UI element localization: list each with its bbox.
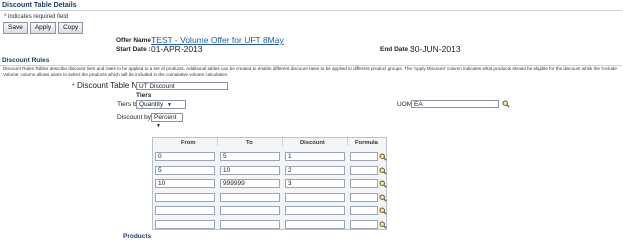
section-header-discount-rules: Discount Rules xyxy=(0,57,622,66)
from-cell[interactable] xyxy=(155,192,215,202)
formula-cell[interactable] xyxy=(350,179,378,188)
discount-cell[interactable]: 3 xyxy=(285,179,345,188)
uom-label: UOM xyxy=(397,101,413,108)
tiers-by-value: Quantity xyxy=(139,101,164,108)
to-cell[interactable]: 10 xyxy=(220,165,280,175)
column-header-formula: Formula xyxy=(355,140,378,146)
discount-cell[interactable] xyxy=(285,206,345,215)
tiers-by-select[interactable]: Quantity ▼ xyxy=(136,100,186,109)
column-header-from: From xyxy=(181,140,196,146)
section-header-discount-table-details: Discount Table Details xyxy=(0,1,622,11)
end-date-value: 30-JUN-2013 xyxy=(410,44,461,54)
discount-table-name-input[interactable]: UT Discount xyxy=(136,82,228,90)
to-cell[interactable]: 999999 xyxy=(220,179,280,188)
from-cell[interactable]: 0 xyxy=(155,152,215,161)
save-button[interactable]: Save xyxy=(3,22,28,34)
start-date-label: Start Date : xyxy=(116,46,151,53)
from-cell[interactable]: 10 xyxy=(155,179,215,188)
magnifier-icon[interactable] xyxy=(379,166,387,175)
required-star: * xyxy=(4,14,7,20)
from-cell[interactable]: 5 xyxy=(155,165,215,175)
required-field-note: * indicates required field xyxy=(4,14,68,20)
offer-name-label: Offer Name : xyxy=(116,37,156,44)
required-star: * xyxy=(72,83,75,90)
to-cell[interactable] xyxy=(220,192,280,202)
copy-button[interactable]: Copy xyxy=(58,22,84,34)
column-header-discount: Discount xyxy=(300,140,325,146)
chevron-down-icon: ▼ xyxy=(156,123,161,129)
formula-cell[interactable] xyxy=(350,192,378,202)
discount-cell[interactable] xyxy=(285,192,345,202)
required-note-text: indicates required field xyxy=(8,14,69,20)
discount-rules-description: Discount Rules Tables describe discount … xyxy=(3,66,617,77)
magnifier-icon[interactable] xyxy=(379,220,387,229)
to-cell[interactable] xyxy=(220,206,280,215)
discount-cell[interactable]: 2 xyxy=(285,165,345,175)
column-divider xyxy=(347,138,348,146)
formula-cell[interactable] xyxy=(350,219,378,229)
discount-by-select[interactable]: Percent ▼ xyxy=(151,113,183,129)
to-cell[interactable]: 5 xyxy=(220,152,280,161)
column-divider xyxy=(282,138,283,146)
apply-button[interactable]: Apply xyxy=(29,22,57,34)
uom-input[interactable]: EA xyxy=(411,100,499,108)
column-divider xyxy=(217,138,218,146)
magnifier-icon[interactable] xyxy=(379,153,387,161)
toolbar: Save Apply Copy xyxy=(3,22,84,34)
discount-tiers-table: From To Discount Formula 0 5 1 5 10 2 10 999999… xyxy=(152,137,387,230)
formula-cell[interactable] xyxy=(350,206,378,215)
magnifier-icon[interactable] xyxy=(379,180,387,188)
tiers-heading: Tiers xyxy=(136,92,152,99)
column-header-to: To xyxy=(246,140,253,146)
chevron-down-icon: ▼ xyxy=(167,102,172,108)
section-header-products: Products xyxy=(123,233,152,240)
end-date-label: End Date : xyxy=(380,46,413,53)
formula-cell[interactable] xyxy=(350,152,378,161)
formula-cell[interactable] xyxy=(350,165,378,175)
discount-cell[interactable]: 1 xyxy=(285,152,345,161)
magnifier-icon[interactable] xyxy=(379,193,387,202)
magnifier-icon[interactable] xyxy=(502,100,510,108)
from-cell[interactable] xyxy=(155,219,215,229)
discount-by-label: Discount by xyxy=(117,114,151,121)
discount-by-value: Percent xyxy=(154,114,177,121)
magnifier-icon[interactable] xyxy=(379,207,387,215)
from-cell[interactable] xyxy=(155,206,215,215)
start-date-value: 01-APR-2013 xyxy=(151,44,203,54)
discount-cell[interactable] xyxy=(285,219,345,229)
to-cell[interactable] xyxy=(220,219,280,229)
